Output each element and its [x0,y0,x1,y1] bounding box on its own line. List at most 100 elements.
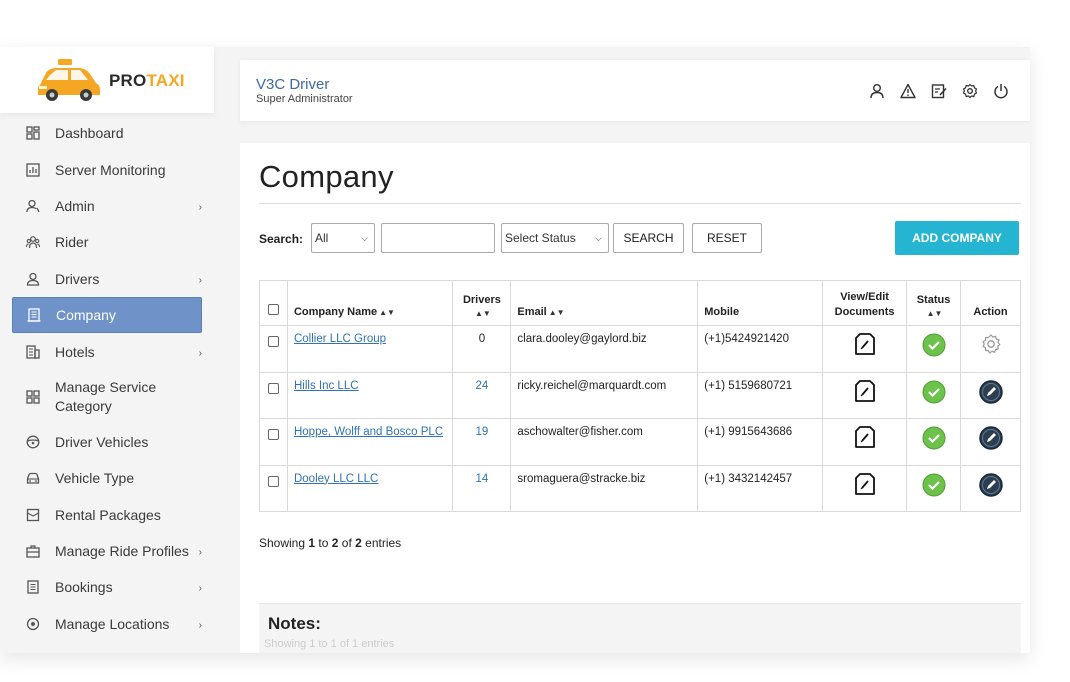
col-action-label: Action [973,306,1008,318]
sidebar-nav: Dashboard Server Monitoring Admin › Ride… [12,115,202,642]
col-drivers[interactable]: Drivers ▲▼ [452,280,512,326]
col-documents-line1: View/Edit [840,291,889,303]
filter-select[interactable]: All ⌵ [311,223,375,253]
hotel-icon [25,344,41,360]
row-select-cell [259,418,288,466]
company-name-cell: Hoppe, Wolff and Bosco PLC [286,418,454,466]
profile-icon[interactable] [868,82,886,100]
action-cell [960,464,1021,512]
sidebar-item-admin[interactable]: Admin › [12,188,202,224]
document-edit-icon[interactable] [854,472,875,498]
sidebar-item-dashboard[interactable]: Dashboard [12,115,202,151]
notes-edit-icon[interactable] [930,82,948,100]
info-to-word: to [315,536,332,550]
row-checkbox[interactable] [267,336,279,347]
document-edit-icon[interactable] [854,379,875,405]
sidebar-item-drivers[interactable]: Drivers › [12,261,202,297]
col-action: Action [960,280,1021,326]
notes-ghost-text: Showing 1 to 1 of 1 entries [264,638,395,650]
company-name-link[interactable]: Hills Inc LLC [294,380,359,392]
sidebar-item-label: Manage Service Category [55,378,157,414]
select-all-checkbox[interactable] [267,304,279,315]
user-icon [25,198,41,214]
sidebar-item-company[interactable]: Company [12,296,202,334]
page-title: Company [259,159,394,194]
row-checkbox[interactable] [267,429,279,440]
info-total: 2 [355,536,362,550]
drivers-count-link[interactable]: 24 [476,380,489,392]
row-select-cell [259,464,288,512]
settings-icon[interactable] [961,82,979,100]
col-status[interactable]: Status ▲▼ [906,280,961,326]
col-company-name[interactable]: Company Name ▲▼ [286,280,454,326]
sidebar-item-driver-vehicles[interactable]: Driver Vehicles [12,424,202,460]
sidebar-item-rental-packages[interactable]: Rental Packages [12,497,202,533]
sidebar-item-ride-profiles[interactable]: Manage Ride Profiles › [12,533,202,569]
col-email[interactable]: Email ▲▼ [510,280,699,326]
company-name-link[interactable]: Collier LLC Group [294,333,386,345]
sidebar-item-bookings[interactable]: Bookings › [12,569,202,605]
sidebar-item-manage-locations[interactable]: Manage Locations › [12,606,202,642]
package-icon [25,507,41,523]
company-table: Company Name ▲▼ Drivers ▲▼ Email ▲▼ Mobile … [259,280,1021,512]
sidebar-item-service-category[interactable]: Manage Service Category [12,370,202,424]
search-button[interactable]: SEARCH [613,223,684,253]
col-email-label: Email [517,306,547,318]
status-active-icon[interactable] [922,426,946,453]
add-company-button[interactable]: ADD COMPANY [895,221,1019,255]
company-name-cell: Hills Inc LLC [286,371,454,419]
email-cell: ricky.reichel@marquardt.com [510,371,699,419]
action-cell [960,325,1021,373]
sidebar-item-hotels[interactable]: Hotels › [12,333,202,369]
edit-icon[interactable] [978,379,1003,407]
row-checkbox[interactable] [267,475,279,487]
steering-icon [25,434,41,450]
taxi-logo-icon [38,59,100,101]
documents-cell [822,464,908,512]
company-name-cell: Dooley LLC LLC [286,464,454,512]
dashboard-icon [25,125,41,141]
status-select[interactable]: Select Status ⌵ [501,223,609,253]
logo[interactable]: PROTAXI [0,47,214,113]
documents-cell [822,371,908,419]
sidebar-item-rider[interactable]: Rider [12,224,202,260]
edit-icon[interactable] [978,472,1003,500]
col-documents: View/Edit Documents [822,280,908,326]
edit-icon[interactable] [978,426,1003,453]
status-active-icon[interactable] [922,473,946,500]
search-input[interactable] [381,223,495,253]
sidebar-item-label: Manage Locations [55,615,170,632]
documents-cell [822,325,908,373]
mobile-cell: (+1) 5159680721 [697,371,824,419]
power-icon[interactable] [992,82,1010,100]
status-active-icon[interactable] [922,333,946,360]
drivers-count-link[interactable]: 14 [476,473,489,485]
sidebar-item-vehicle-type[interactable]: Vehicle Type [12,460,202,496]
status-active-icon[interactable] [922,380,946,407]
gear-icon[interactable] [980,333,1002,358]
mobile-cell: (+1)5424921420 [697,325,824,373]
chart-icon [25,162,41,178]
table-row: Dooley LLC LLC 14 sromaguera@stracke.biz… [259,464,1021,512]
location-icon [25,616,41,632]
email-cell: aschowalter@fisher.com [510,418,699,466]
row-checkbox[interactable] [267,382,279,394]
col-company-name-label: Company Name [293,306,378,318]
col-documents-line2: Documents [834,306,895,318]
sidebar-item-label: Vehicle Type [55,470,135,487]
sort-icon: ▲▼ [379,308,395,317]
sidebar-item-server-monitoring[interactable]: Server Monitoring [12,151,202,187]
document-edit-icon[interactable] [854,333,875,358]
briefcase-icon [25,543,41,559]
company-name-link[interactable]: Hoppe, Wolff and Bosco PLC [294,426,443,438]
warning-icon[interactable] [899,82,917,100]
grid-icon [25,389,41,405]
table-info: Showing 1 to 2 of 2 entries [259,536,401,550]
document-edit-icon[interactable] [854,426,875,451]
sidebar-item-label: Manage Ride Profiles [55,543,189,560]
company-name-link[interactable]: Dooley LLC LLC [294,473,378,485]
status-cell [906,371,961,419]
header-title: V3C Driver [256,76,330,93]
reset-button[interactable]: RESET [692,223,762,253]
drivers-count-link[interactable]: 19 [476,426,489,438]
